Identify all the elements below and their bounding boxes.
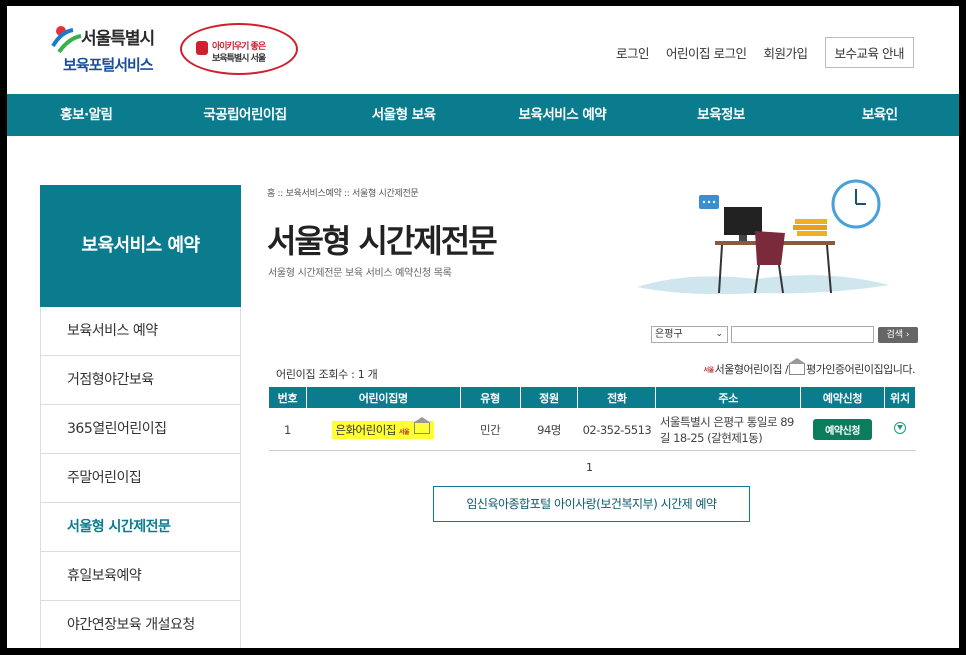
col-header-no: 번호 [268,386,307,409]
chevron-down-icon: ⌄ [715,329,723,339]
nav-seoul-care[interactable]: 서울형 보육 [324,94,483,136]
daycare-name: 은화어린이집 [335,422,396,437]
district-select[interactable]: 은평구 ⌄ [651,326,728,343]
nav-care-info[interactable]: 보육정보 [642,94,801,136]
daycare-name-link[interactable]: 은화어린이집 서울 [332,416,435,439]
login-link[interactable]: 로그인 [616,43,650,62]
browser-page: 서울특별시 보육포털서비스 아이키우기 좋은 보육특별시 서울 로그인 어린이집… [7,6,959,648]
daycare-login-link[interactable]: 어린이집 로그인 [666,43,747,62]
top-utility-nav: 로그인 어린이집 로그인 회원가입 보수교육 안내 [599,37,914,68]
legend-seoul-text: 서울형어린이집 / [714,363,789,376]
col-header-phone: 전화 [577,386,657,409]
nav-promo[interactable]: 홍보·알림 [7,94,166,136]
sidebar-title: 보육서비스 예약 [40,185,241,307]
search-button[interactable]: 검색 › [878,326,918,343]
col-header-name: 어린이집명 [305,386,461,409]
reserve-button[interactable]: 예약신청 [813,419,872,440]
page-title: 서울형 시간제전문 [267,222,498,260]
cell-name: 은화어린이집 서울 [306,408,461,451]
legend-accredited-text: 평가인증어린이집입니다. [806,363,915,376]
nav-reservation[interactable]: 보육서비스 예약 [483,94,642,136]
result-count: 어린이집 조회수 : 1 개 [276,368,378,381]
table-row: 1 은화어린이집 서울 민간 94명 02-352-5513 서울특별시 은평구… [268,408,916,451]
seoul-mark-icon: 서울 [703,366,715,374]
cell-phone: 02-352-5513 [577,408,656,451]
house-icon [413,416,432,434]
sidebar-menu: 보육서비스 예약 거점형야간보육 365열린어린이집 주말어린이집 서울형 시간… [40,307,241,648]
logo-swirl-icon [51,26,82,54]
search-input[interactable] [731,326,874,343]
col-header-type: 유형 [459,386,521,409]
nav-caregivers[interactable]: 보육인 [800,94,959,136]
col-header-reserve: 예약신청 [800,386,885,409]
badge-line2: 보육특별시 서울 [212,54,266,64]
col-header-address: 주소 [655,386,802,409]
col-header-location: 위치 [883,386,917,409]
seoul-childcare-badge[interactable]: 아이키우기 좋은 보육특별시 서울 [180,23,298,75]
sidebar-item-365-open[interactable]: 365열린어린이집 [40,405,241,454]
edu-info-button[interactable]: 보수교육 안내 [824,37,914,68]
external-reservation-button[interactable]: 임신육아종합포털 아이사랑(보건복지부) 시간제 예약 [433,486,750,522]
desk-illustration [637,179,889,295]
sidebar-item-weekend[interactable]: 주말어린이집 [40,454,241,503]
cell-address: 서울특별시 은평구 통일로 89길 18-25 (갈현제1동) [655,408,801,451]
cell-capacity: 94명 [520,408,578,451]
page-subtitle: 서울형 시간제전문 보육 서비스 예약신청 목록 [268,268,452,279]
site-logo[interactable]: 서울특별시 보육포털서비스 [51,20,161,78]
signup-link[interactable]: 회원가입 [764,43,809,62]
house-icon [788,357,807,375]
page-number[interactable]: 1 [586,461,593,474]
cell-no: 1 [268,408,307,451]
location-pin-icon[interactable] [893,422,906,434]
cell-type: 민간 [460,408,521,451]
breadcrumb: 홈 :: 보육서비스예약 :: 서울형 시간제전문 [267,189,419,199]
cell-reserve: 예약신청 [800,408,885,451]
site-header: 서울특별시 보육포털서비스 아이키우기 좋은 보육특별시 서울 로그인 어린이집… [7,6,959,94]
main-nav: 홍보·알림 국공립어린이집 서울형 보육 보육서비스 예약 보육정보 보육인 [7,94,959,136]
district-select-value: 은평구 [655,329,683,340]
search-bar: 은평구 ⌄ 검색 › [651,326,918,343]
sidebar-item-reservation[interactable]: 보육서비스 예약 [40,307,241,356]
logo-subtitle: 보육포털서비스 [63,56,154,74]
cell-location [884,408,916,451]
badge-icon [196,41,208,55]
daycare-table: 번호 어린이집명 유형 정원 전화 주소 예약신청 위치 1 은화어린이집 서울 [268,386,917,451]
sidebar-item-night-care[interactable]: 거점형야간보육 [40,356,241,405]
sidebar-item-extended-request[interactable]: 야간연장보육 개설요청 [40,601,241,648]
logo-title: 서울특별시 [81,29,155,49]
table-header-row: 번호 어린이집명 유형 정원 전화 주소 예약신청 위치 [268,386,917,409]
sidebar-item-hourly[interactable]: 서울형 시간제전문 [40,503,241,552]
nav-public-daycare[interactable]: 국공립어린이집 [166,94,325,136]
col-header-capacity: 정원 [519,386,579,409]
sidebar-item-holiday[interactable]: 휴일보육예약 [40,552,241,601]
seoul-mark-icon: 서울 [399,428,410,436]
legend: 서울 서울형어린이집 / 평가인증어린이집입니다. [703,357,915,377]
